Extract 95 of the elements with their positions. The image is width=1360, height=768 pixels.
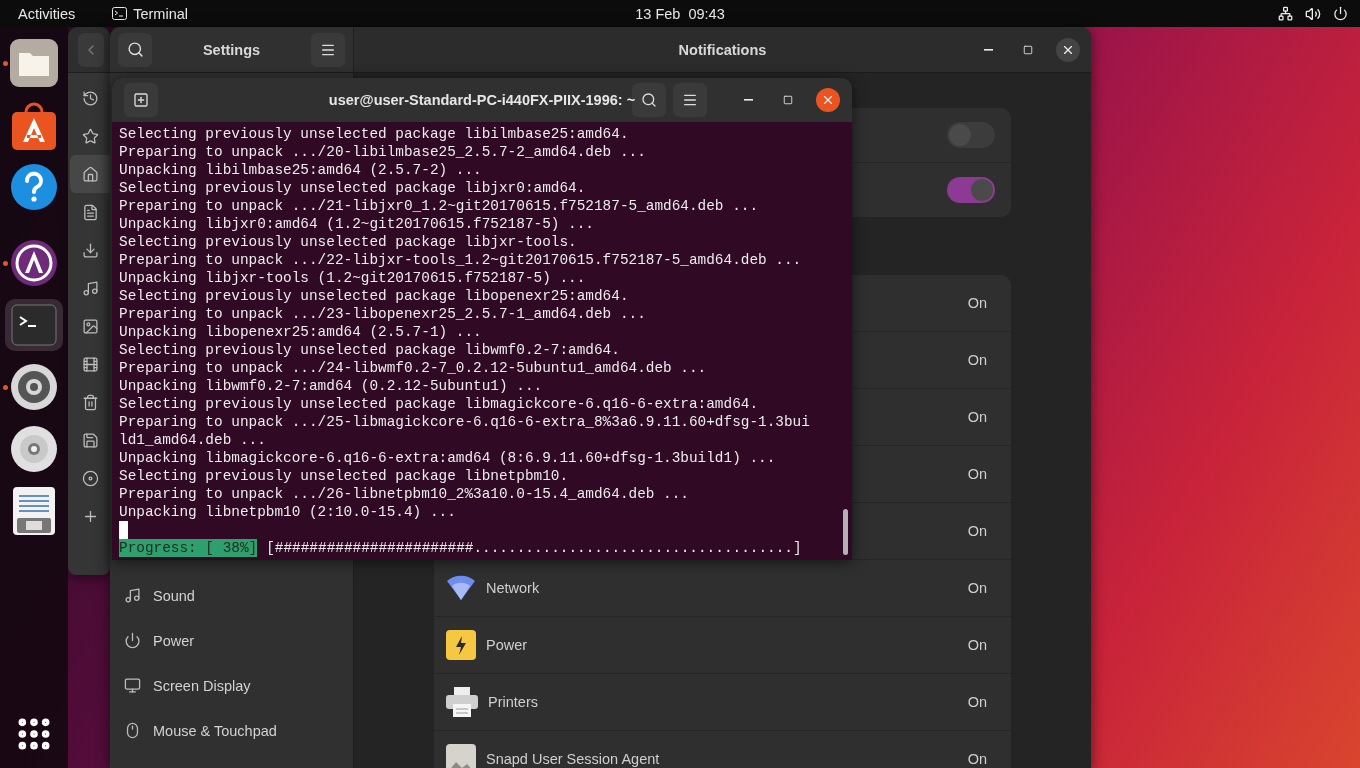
sidebar-item[interactable]: Sound [110, 573, 353, 618]
window-title: Settings [202, 41, 261, 58]
picture-icon [82, 317, 99, 335]
terminal-line: Unpacking libilmbase25:amd64 (2.5.7-2) ... [119, 161, 483, 179]
maximize-icon [783, 95, 793, 105]
terminal-line: Preparing to unpack .../25-libmagickcore-6.q16-6-extra_8%3a6.9.11.60+dfsg-1.3bui [119, 413, 811, 431]
app-menu-label[interactable]: Terminal [133, 5, 188, 22]
status-label: On [967, 580, 987, 596]
terminal-line: Preparing to unpack .../22-libjxr-tools_1.2~git20170615.f752187-5_amd64.deb ... [119, 251, 803, 269]
power-icon[interactable] [1333, 6, 1348, 21]
minimize-icon [983, 48, 993, 51]
terminal-line: Selecting previously unselected package libjxr0:amd64. [119, 179, 587, 197]
folder-icon [9, 38, 59, 88]
disc-icon [10, 425, 58, 473]
app-name: Printers [488, 694, 538, 710]
terminal-line: Unpacking libjxr0:amd64 (1.2~git20170615.f752187-5) ... [119, 215, 595, 233]
shopping-bag-icon [10, 100, 58, 150]
printer-icon [446, 687, 478, 717]
terminal-line: Preparing to unpack .../24-libwmf0.2-7_0.2.12-5ubuntu1_amd64.deb ... [119, 359, 708, 377]
menu-button[interactable] [673, 83, 707, 117]
plus-square-icon [133, 92, 149, 108]
terminal-line: Unpacking libmagickcore-6.q16-6-extra:amd64 (8:6.9.11.60+dfsg-1.3build1) ... [119, 449, 777, 467]
lightning-icon [446, 630, 476, 660]
minimize-icon [743, 99, 753, 101]
status-label: On [967, 352, 987, 368]
progress-label: Progress: [ 38%] [119, 539, 258, 557]
terminal-icon [11, 304, 57, 346]
terminal-line: Selecting previously unselected package libilmbase25:amd64. [119, 125, 630, 143]
document-icon [82, 203, 99, 221]
clock[interactable]: 13 Feb 09:43 [635, 5, 725, 22]
new-tab-button[interactable] [124, 83, 158, 117]
image-icon [446, 744, 476, 768]
text-cursor [119, 521, 128, 539]
status-label: On [967, 694, 987, 710]
menu-icon [682, 92, 698, 108]
app-name: Network [486, 580, 540, 596]
power-icon [124, 632, 141, 649]
status-label: On [967, 751, 987, 767]
search-icon [126, 41, 144, 58]
help-icon [10, 163, 58, 211]
panel-title: Notifications [678, 41, 767, 58]
status-label: On [967, 637, 987, 653]
terminal-icon [112, 7, 128, 20]
terminal-line: Unpacking libnetpbm10 (2:10.0-15.4) ... [119, 503, 457, 521]
terminal-line: Selecting previously unselected package libmagickcore-6.q16-6-extra:amd64. [119, 395, 760, 413]
mouse-icon [124, 722, 141, 739]
scrollbar[interactable] [843, 509, 848, 555]
terminal-line: Preparing to unpack .../26-libnetpbm10_2%3a10.0-15.4_amd64.deb ... [119, 485, 690, 503]
status-label: On [967, 523, 987, 539]
window-title: user@user-Standard-PC-i440FX-PIIX-1996: ~ [328, 92, 636, 108]
app-name: Snapd User Session Agent [486, 751, 660, 767]
music-note-icon [82, 279, 99, 297]
document-icon [12, 486, 56, 536]
volume-icon[interactable] [1305, 5, 1321, 22]
disc-icon [82, 469, 99, 487]
terminal-line: Selecting previously unselected package libjxr-tools. [119, 233, 578, 251]
maximize-icon [1023, 44, 1033, 55]
close-button[interactable] [1056, 37, 1080, 62]
music-note-icon [124, 587, 141, 604]
star-icon [82, 127, 99, 145]
toggle-switch[interactable] [947, 122, 995, 148]
terminal-line: Unpacking libwmf0.2-7:amd64 (0.2.12-5ubuntu1) ... [119, 377, 544, 395]
toggle-switch[interactable] [947, 177, 995, 203]
terminal-line: Selecting previously unselected package libnetpbm10. [119, 467, 570, 485]
terminal-line: ld1_amd64.deb ... [119, 431, 267, 449]
close-icon [821, 93, 835, 107]
terminal-line: Selecting previously unselected package libwmf0.2-7:amd64. [119, 341, 621, 359]
home-icon [82, 165, 99, 183]
trash-icon [82, 393, 99, 411]
terminal-line: Preparing to unpack .../20-libilmbase25_2.5.7-2_amd64.deb ... [119, 143, 647, 161]
terminal-line: Unpacking libopenexr25:amd64 (2.5.7-1) ... [119, 323, 483, 341]
sidebar-item[interactable]: Power [110, 618, 353, 663]
sidebar-item[interactable]: Screen Display [110, 663, 353, 708]
progress-bar-text: [#######################.....................................] [266, 539, 802, 557]
sidebar-item[interactable]: Mouse & Touchpad [110, 708, 353, 753]
terminal-line: Unpacking libjxr-tools (1.2~git20170615.f752187-5) ... [119, 269, 587, 287]
film-icon [82, 355, 99, 373]
terminal-line: Preparing to unpack .../23-libopenexr25_2.5.7-1_amd64.deb ... [119, 305, 647, 323]
close-button[interactable] [816, 88, 840, 112]
terminal-line: Selecting previously unselected package libopenexr25:amd64. [119, 287, 630, 305]
app-name: Power [486, 637, 528, 653]
network-icon[interactable] [1278, 6, 1293, 21]
activities-button[interactable]: Activities [18, 5, 76, 22]
clock-icon [82, 89, 99, 107]
status-label: On [967, 466, 987, 482]
status-label: On [967, 409, 987, 425]
search-button[interactable] [118, 32, 152, 67]
monitor-icon [124, 677, 141, 694]
sidebar-item[interactable] [70, 155, 110, 193]
status-label: On [967, 295, 987, 311]
wifi-icon [446, 575, 476, 601]
terminal-line: Preparing to unpack .../21-libjxr0_1.2~git20170615.f752187-5_amd64.deb ... [119, 197, 760, 215]
download-icon [82, 241, 99, 259]
search-icon [641, 92, 657, 108]
menu-button[interactable] [311, 32, 345, 67]
